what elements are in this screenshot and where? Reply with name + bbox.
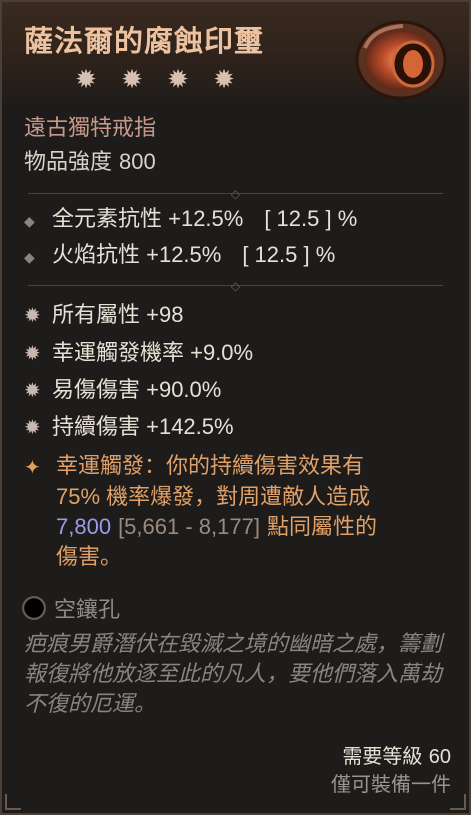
lore-text: 疤痕男爵潛伏在毀滅之境的幽暗之處，籌劃報復將他放逐至此的凡人，要他們落入萬劫不復… — [24, 632, 443, 717]
affix-stat: ✹ 所有屬性 +98 — [24, 300, 183, 331]
section-divider: ◇ — [28, 280, 443, 292]
star-icon: ✹ — [121, 65, 143, 95]
affix-stat: ✹ 易傷傷害 +90.0% — [24, 375, 221, 406]
unique-equipped-note: 僅可裝備一件 — [331, 772, 451, 796]
star-icon: ✹ — [213, 65, 235, 95]
masterwork-stars: ✹ ✹ ✹ ✹ — [72, 66, 238, 94]
empty-socket: 空鑲孔 — [22, 592, 120, 624]
aspect-damage-value: 7,800 — [56, 514, 112, 539]
aspect-line: 幸運觸發：你的持續傷害效果有 — [56, 454, 365, 479]
affix-bullet-icon: ✹ — [24, 415, 41, 439]
level-requirement: 需要等級 60 — [342, 744, 451, 768]
section-divider: ◇ — [28, 188, 443, 200]
item-name: 薩法爾的腐蝕印璽 — [24, 24, 265, 58]
item-power: 物品強度 800 — [24, 144, 156, 176]
aspect-bullet-icon: ✦ — [24, 455, 41, 479]
socket-icon — [22, 596, 46, 620]
item-tooltip: 薩法爾的腐蝕印璽 ✹ ✹ ✹ ✹ 遠古獨特戒指 物品強度 800 ◇ ◆ 全元素抗… — [0, 0, 471, 815]
frame-corner — [450, 794, 466, 810]
aspect-line: 傷害。 — [56, 545, 123, 570]
aspect-line: 75% 機率爆發，對周遭敵人造成 — [56, 484, 371, 509]
implicit-stat: ◆ 火焰抗性 +12.5% [ 12.5 ] % — [24, 240, 335, 273]
item-type: 遠古獨特戒指 — [24, 116, 157, 141]
frame-corner — [5, 794, 21, 810]
affix-stat: ✹ 持續傷害 +142.5% — [24, 412, 234, 443]
item-power-value: 800 — [119, 149, 156, 174]
star-icon: ✹ — [167, 65, 189, 95]
star-icon: ✹ — [75, 65, 97, 95]
affix-bullet-icon: ✹ — [24, 303, 41, 327]
affix-bullet-icon: ✹ — [24, 378, 41, 402]
diamond-bullet-icon: ◆ — [24, 214, 35, 230]
diamond-bullet-icon: ◆ — [24, 250, 35, 266]
affix-bullet-icon: ✹ — [24, 341, 41, 365]
aspect-line: 7,800 [5,661 - 8,177] 點同屬性的 — [56, 514, 377, 540]
socket-label: 空鑲孔 — [54, 598, 121, 623]
ring-icon — [355, 20, 447, 100]
affix-stat: ✹ 幸運觸發機率 +9.0% — [24, 338, 253, 369]
aspect-damage-range: [5,661 - 8,177] — [118, 514, 260, 539]
implicit-stat: ◆ 全元素抗性 +12.5% [ 12.5 ] % — [24, 204, 357, 237]
legendary-aspect: ✦ 幸運觸發：你的持續傷害效果有 75% 機率爆發，對周遭敵人造成 7,800 … — [24, 452, 454, 573]
item-power-label: 物品強度 — [24, 150, 113, 175]
